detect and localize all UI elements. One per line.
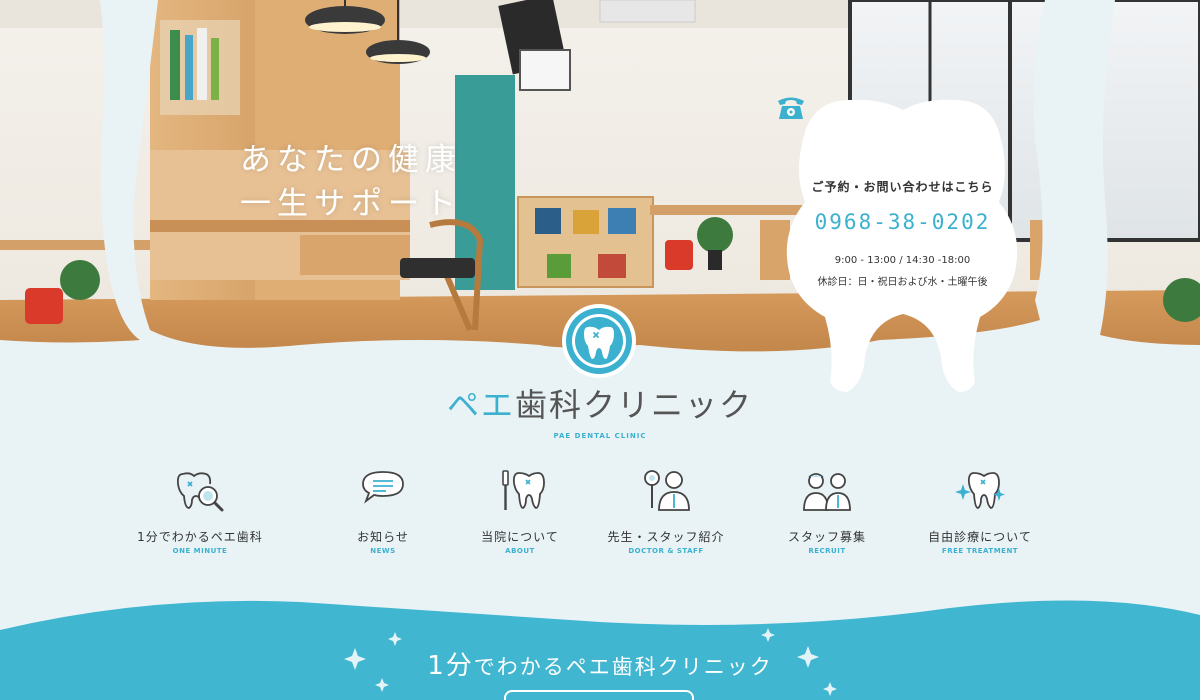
title-big-char: 分 bbox=[445, 651, 474, 681]
sparkle-tooth-icon bbox=[955, 472, 1005, 509]
nav-label-en: NEWS bbox=[370, 547, 396, 555]
title-rest: でわかるペエ歯科クリニック bbox=[473, 655, 773, 679]
nav-label-jp: お知らせ bbox=[357, 530, 409, 544]
nav-label-en: ABOUT bbox=[505, 547, 535, 555]
hero-catchphrase: あなたの健康 一生サポート bbox=[240, 138, 462, 226]
speech-bubble-icon bbox=[362, 471, 404, 504]
tooth-shape bbox=[786, 99, 1018, 392]
nav-label-jp: 自由診療について bbox=[928, 530, 1032, 544]
clinic-name-accent: ペエ bbox=[446, 386, 515, 424]
nav-item-one-minute[interactable]: 1分でわかるペエ歯科 ONE MINUTE bbox=[120, 468, 280, 568]
closed-days: 休診日：日・祝日および水・土曜午後 bbox=[817, 277, 988, 288]
nav-label-en: FREE TREATMENT bbox=[941, 547, 1019, 555]
contact-tooth-card: ご予約・お問い合わせはこちら 0968-38-0202 9:00 - 13:00… bbox=[775, 92, 1030, 397]
staff-people-icon bbox=[803, 473, 851, 511]
telephone-icon bbox=[778, 97, 804, 119]
nav-label-en: DOCTOR & STAFF bbox=[628, 547, 704, 555]
clinic-name-rest: 歯科クリニック bbox=[515, 386, 754, 424]
nav-label-jp: 1分でわかるペエ歯科 bbox=[137, 530, 263, 544]
doctor-icon bbox=[644, 470, 690, 511]
clinic-name[interactable]: ペエ歯科クリニック bbox=[440, 380, 760, 426]
nav-label-en: ONE MINUTE bbox=[172, 547, 228, 555]
catch-line-1: あなたの健康 bbox=[240, 142, 462, 178]
nav-item-doctor-staff[interactable]: 先生・スタッフ紹介 DOCTOR & STAFF bbox=[586, 468, 746, 568]
nav-label-jp: 先生・スタッフ紹介 bbox=[607, 530, 725, 544]
nav-label-jp: スタッフ募集 bbox=[787, 530, 866, 544]
nav-item-news[interactable]: お知らせ NEWS bbox=[303, 468, 463, 568]
clinic-logo-icon[interactable] bbox=[560, 302, 638, 380]
nav-item-about[interactable]: 当院について ABOUT bbox=[440, 468, 600, 568]
one-minute-more-button[interactable] bbox=[504, 690, 694, 700]
clinic-name-english: PAE DENTAL CLINIC bbox=[553, 432, 647, 440]
toothbrush-tooth-icon bbox=[502, 470, 545, 510]
nav-item-free-treatment[interactable]: 自由診療について FREE TREATMENT bbox=[900, 468, 1060, 568]
catch-line-2: 一生サポート bbox=[240, 186, 462, 222]
phone-number-link[interactable]: 0968-38-0202 bbox=[775, 210, 1030, 234]
nav-item-recruit[interactable]: スタッフ募集 RECRUIT bbox=[747, 468, 907, 568]
tooth-magnifier-icon bbox=[176, 472, 224, 512]
one-minute-section-title: 1分でわかるペエ歯科クリニック bbox=[380, 645, 820, 682]
nav-label-en: RECRUIT bbox=[808, 547, 846, 555]
title-number: 1 bbox=[427, 651, 446, 681]
nav-label-jp: 当院について bbox=[481, 530, 559, 544]
contact-title: ご予約・お問い合わせはこちら bbox=[811, 180, 994, 194]
main-navigation: 1分でわかるペエ歯科 ONE MINUTE お知らせ NEWS 当院について A… bbox=[120, 468, 1080, 568]
business-hours: 9:00 - 13:00 / 14:30 -18:00 bbox=[834, 255, 971, 266]
